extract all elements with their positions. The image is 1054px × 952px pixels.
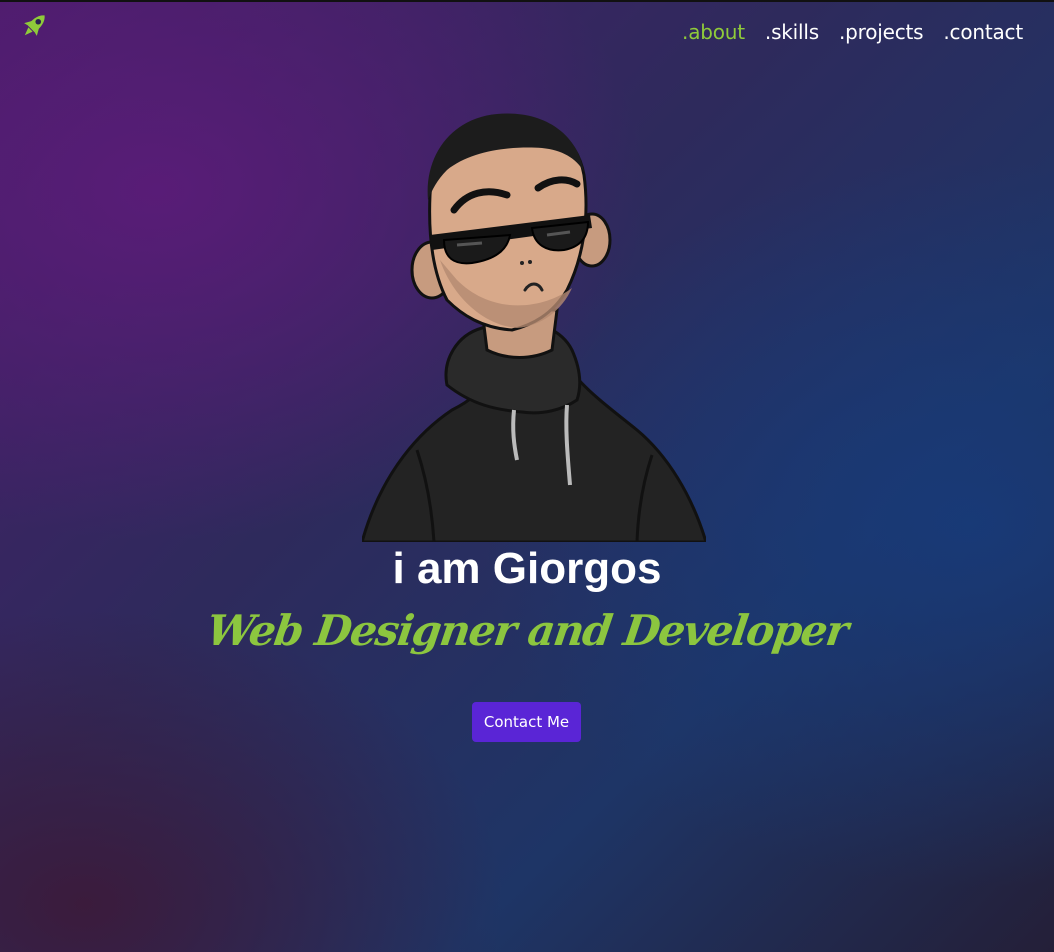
hero-name-heading: i am Giorgos [392,544,662,593]
main-nav: .about .skills .projects .contact [682,20,1023,44]
rocket-logo-icon[interactable] [17,9,51,43]
avatar-illustration [360,110,709,544]
nav-projects-link[interactable]: .projects [839,20,924,44]
nav-skills-link[interactable]: .skills [765,20,819,44]
contact-me-button[interactable]: Contact Me [472,702,581,742]
hero-role-subtitle: Web Designer and Developer [203,606,851,655]
nav-about-link[interactable]: .about [682,20,745,44]
top-border [0,0,1054,2]
nav-contact-link[interactable]: .contact [943,20,1023,44]
